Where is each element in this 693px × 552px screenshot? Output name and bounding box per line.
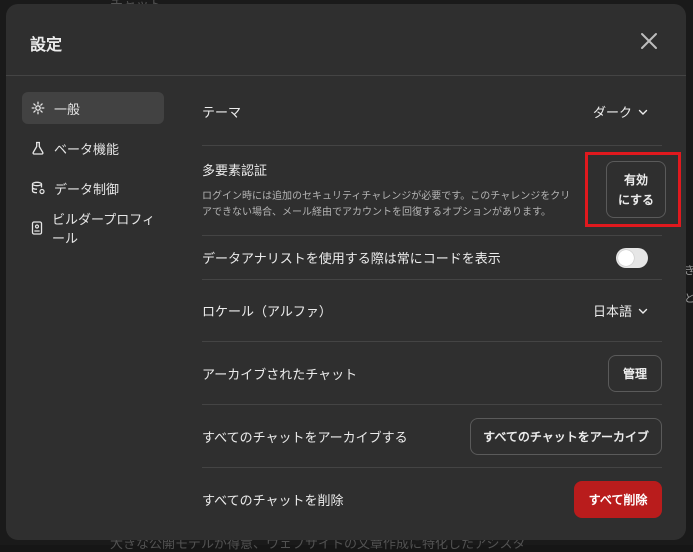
archived-chats-row: アーカイブされたチャット 管理 xyxy=(202,342,662,405)
theme-label: テーマ xyxy=(202,106,242,121)
locale-dropdown[interactable]: 日本語 xyxy=(593,301,662,320)
locale-row: ロケール（アルファ） 日本語 xyxy=(202,280,662,342)
code-display-label: データアナリストを使用する際は常にコードを表示 xyxy=(202,252,501,267)
sidebar-item-label: ビルダープロフィール xyxy=(52,213,155,247)
close-button[interactable] xyxy=(638,30,660,52)
flask-icon xyxy=(30,140,46,156)
toggle-knob xyxy=(618,249,634,266)
theme-row: テーマ ダーク xyxy=(202,78,662,146)
sidebar-item-builder-profile[interactable]: ビルダープロフィール xyxy=(22,212,164,247)
chevron-down-icon xyxy=(638,109,648,115)
sidebar-item-label: 一般 xyxy=(54,102,81,118)
mfa-description: ログイン時には追加のセキュリティチャレンジが必要です。このチャレンジをクリアでき… xyxy=(202,191,571,218)
archive-all-row: すべてのチャットをアーカイブする すべてのチャットをアーカイブ xyxy=(202,405,662,468)
archive-all-button[interactable]: すべてのチャットをアーカイブ xyxy=(470,417,662,455)
theme-value: ダーク xyxy=(592,106,632,121)
delete-all-row: すべてのチャットを削除 すべて削除 xyxy=(202,468,662,531)
sidebar-item-data-controls[interactable]: データ制御 xyxy=(22,172,164,204)
sidebar-item-beta[interactable]: ベータ機能 xyxy=(22,132,164,164)
close-icon xyxy=(641,33,657,49)
sidebar-item-label: ベータ機能 xyxy=(54,142,120,158)
mfa-row: 多要素認証 ログイン時には追加のセキュリティチャレンジが必要です。このチャレンジ… xyxy=(202,146,681,236)
settings-dialog: 設定 一般 ベータ機能 データ制御 ビルダープロフィール テーマ ダーク 多要素… xyxy=(6,4,686,540)
enable-mfa-line2: にする xyxy=(617,192,655,207)
delete-all-label: すべてのチャットを削除 xyxy=(202,494,344,509)
dialog-header: 設定 xyxy=(6,4,686,76)
archived-chats-label: アーカイブされたチャット xyxy=(202,367,358,383)
database-icon xyxy=(30,180,46,196)
id-card-icon xyxy=(30,220,44,236)
code-display-row: データアナリストを使用する際は常にコードを表示 xyxy=(202,236,662,280)
settings-sidebar: 一般 ベータ機能 データ制御 ビルダープロフィール xyxy=(22,92,164,252)
locale-value: 日本語 xyxy=(592,305,632,320)
enable-mfa-button[interactable]: 有効 にする xyxy=(606,161,666,218)
dialog-title: 設定 xyxy=(30,35,63,54)
sidebar-item-label: データ制御 xyxy=(54,182,120,198)
settings-content: テーマ ダーク 多要素認証 ログイン時には追加のセキュリティチャレンジが必要です… xyxy=(202,78,681,531)
code-display-toggle[interactable] xyxy=(616,247,648,268)
sidebar-item-general[interactable]: 一般 xyxy=(22,92,164,124)
gear-icon xyxy=(30,100,46,116)
chevron-down-icon xyxy=(638,308,648,314)
archive-all-label: すべてのチャットをアーカイブする xyxy=(202,430,408,446)
manage-archived-button[interactable]: 管理 xyxy=(608,354,662,392)
theme-dropdown[interactable]: ダーク xyxy=(593,102,662,121)
enable-mfa-line1: 有効 xyxy=(623,172,648,187)
locale-label: ロケール（アルファ） xyxy=(202,305,332,320)
delete-all-button[interactable]: すべて削除 xyxy=(574,481,662,518)
